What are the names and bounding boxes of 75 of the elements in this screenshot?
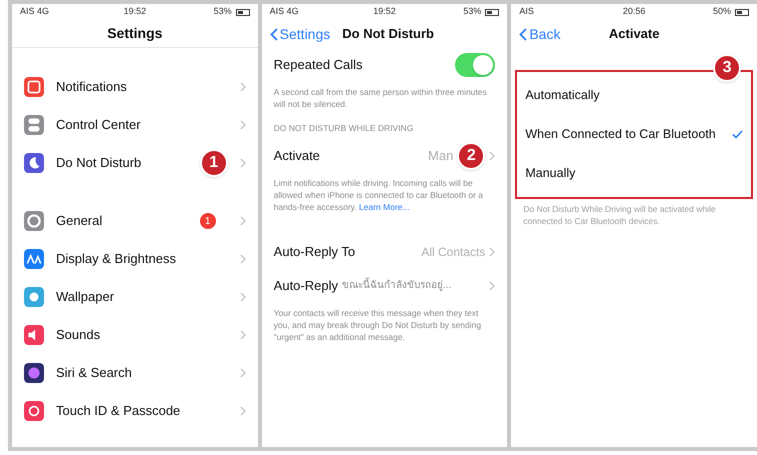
screen-title: Do Not Disturb	[342, 25, 434, 44]
learn-more-link[interactable]: Learn More...	[359, 202, 410, 212]
chevron-icon	[240, 292, 246, 302]
screen-title: Settings	[107, 24, 162, 43]
back-chevron-icon	[270, 28, 278, 40]
battery-icon	[735, 8, 749, 16]
row-label: Display & Brightness	[56, 250, 177, 268]
battery-icon	[485, 8, 500, 16]
row-value: All Contacts	[421, 244, 486, 261]
row-label: Do Not Disturb	[56, 154, 142, 172]
notification-badge: 1	[200, 213, 216, 229]
row-label: Activate	[274, 147, 321, 165]
step-marker: 1	[200, 149, 228, 177]
settings-row[interactable]: Notifications	[12, 68, 258, 106]
row-label: General	[56, 212, 104, 230]
settings-row[interactable]: Siri & Search	[12, 354, 258, 392]
section-header: DO NOT DISTURB WHILE DRIVING	[272, 122, 414, 135]
settings-row[interactable]: Do Not Disturb 1	[12, 144, 258, 182]
option-label: Manually	[525, 165, 576, 182]
settings-row[interactable]: Auto-Reply ขณะนี้ฉันกำลังขับรถอยู่...	[262, 268, 508, 303]
settings-row[interactable]: Auto-Reply To All Contacts	[262, 234, 508, 269]
chevron-icon	[240, 406, 246, 416]
chevron-icon	[240, 254, 246, 264]
screen-title: Activate	[608, 25, 660, 44]
settings-row[interactable]: Control Center	[12, 106, 258, 144]
back-chevron-icon	[519, 28, 528, 40]
row-label: Touch ID & Passcode	[56, 402, 182, 420]
footnote-text: Limit notifications while driving. Incoming calls will be allowed when iPhone is connected to car Bluetooth or a hands-free accessory. Learn More...	[272, 176, 484, 213]
row-label: Control Center	[56, 116, 142, 134]
chevron-icon	[240, 368, 246, 378]
chevron-icon	[489, 280, 496, 291]
row-label: Siri & Search	[56, 364, 133, 382]
settings-row[interactable]: Wallpaper	[12, 278, 258, 316]
option-label: When Connected to Car Bluetooth	[525, 126, 717, 144]
battery-percent: 53%	[214, 5, 232, 18]
back-button[interactable]: Settings	[270, 24, 330, 44]
step-marker: 2	[457, 142, 486, 170]
settings-row[interactable]: Sounds	[12, 316, 258, 354]
row-value: Man	[428, 147, 454, 165]
row-value: ขณะนี้ฉันกำลังขับรถอยู่...	[342, 278, 486, 294]
row-label: Repeated Calls	[274, 56, 363, 74]
chevron-icon	[240, 120, 246, 130]
option-row[interactable]: When Connected to Car Bluetooth	[517, 115, 752, 154]
carrier-label: AIS 4G	[20, 5, 50, 18]
chevron-icon	[240, 82, 246, 92]
clock-time: 19:52	[373, 5, 396, 18]
settings-row[interactable]: General 1	[12, 202, 258, 240]
row-label: Auto-Reply	[274, 277, 338, 295]
footnote-text: A second call from the same person within three minutes will not be silenced.	[272, 86, 488, 110]
battery-percent: 50%	[712, 5, 731, 18]
battery-percent: 53%	[463, 5, 482, 18]
chevron-icon	[489, 246, 496, 257]
footnote-text: Your contacts will receive this message when they text you, and may break through Do Not Disturb by sending "urgent" as an additional message.	[272, 306, 482, 343]
option-label: Automatically	[525, 87, 601, 104]
carrier-label: AIS	[519, 5, 535, 18]
carrier-label: AIS 4G	[270, 5, 300, 18]
chevron-icon	[489, 150, 496, 161]
row-label: Sounds	[56, 326, 102, 344]
settings-row[interactable]: Touch ID & Passcode	[12, 392, 258, 430]
settings-row[interactable]: Activate Man 2	[262, 138, 508, 173]
row-label: Auto-Reply To	[274, 243, 356, 261]
settings-row[interactable]: Display & Brightness	[12, 240, 258, 278]
clock-time: 19:52	[124, 5, 146, 18]
footnote-text: Do Not Disturb While Driving will be activated while connected to Car Bluetooth devices.	[522, 203, 717, 227]
chevron-icon	[240, 158, 246, 168]
chevron-icon	[240, 216, 246, 226]
step-marker: 3	[713, 54, 742, 82]
row-label: Notifications	[56, 78, 128, 96]
back-button[interactable]: Back	[519, 24, 560, 44]
clock-time: 20:56	[622, 5, 646, 18]
battery-icon	[236, 8, 250, 16]
chevron-icon	[240, 330, 246, 340]
option-row[interactable]: Manually	[517, 154, 752, 193]
row-label: Wallpaper	[56, 288, 116, 306]
toggle-switch[interactable]	[455, 53, 496, 77]
